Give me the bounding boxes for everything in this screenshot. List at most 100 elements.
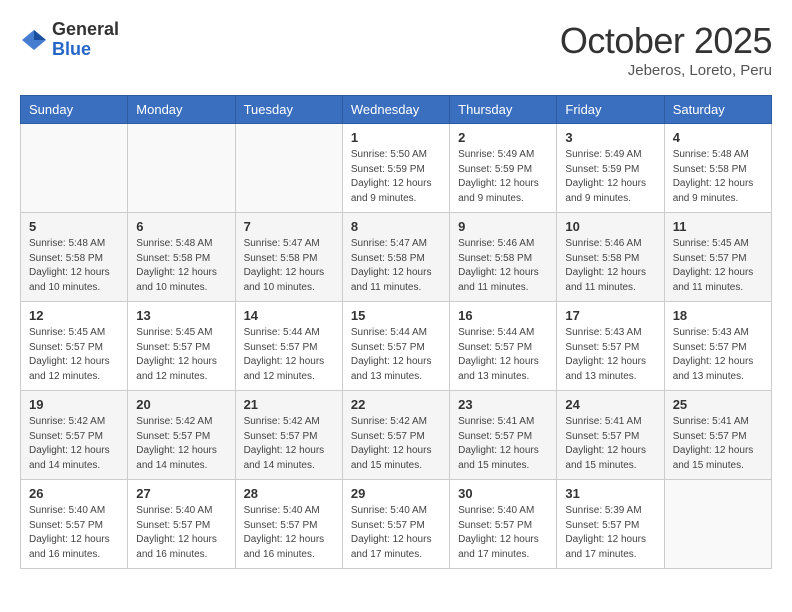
day-number: 20 bbox=[136, 397, 226, 412]
day-number: 8 bbox=[351, 219, 441, 234]
day-number: 19 bbox=[29, 397, 119, 412]
day-info: Sunrise: 5:46 AM Sunset: 5:58 PM Dayligh… bbox=[458, 237, 548, 295]
day-number: 15 bbox=[351, 308, 441, 323]
logo-blue: Blue bbox=[52, 39, 91, 59]
day-info: Sunrise: 5:40 AM Sunset: 5:57 PM Dayligh… bbox=[29, 504, 119, 562]
day-info: Sunrise: 5:40 AM Sunset: 5:57 PM Dayligh… bbox=[136, 504, 226, 562]
location-subtitle: Jeberos, Loreto, Peru bbox=[560, 62, 772, 79]
day-number: 6 bbox=[136, 219, 226, 234]
day-number: 14 bbox=[244, 308, 334, 323]
day-number: 30 bbox=[458, 486, 548, 501]
day-info: Sunrise: 5:42 AM Sunset: 5:57 PM Dayligh… bbox=[29, 415, 119, 473]
day-number: 10 bbox=[565, 219, 655, 234]
day-number: 4 bbox=[673, 130, 763, 145]
calendar-week-row: 1Sunrise: 5:50 AM Sunset: 5:59 PM Daylig… bbox=[21, 124, 772, 213]
day-info: Sunrise: 5:39 AM Sunset: 5:57 PM Dayligh… bbox=[565, 504, 655, 562]
day-number: 26 bbox=[29, 486, 119, 501]
calendar-cell: 19 Sunrise: 5:42 AM Sunset: 5:57 PM Dayli… bbox=[21, 391, 128, 480]
day-info: Sunrise: 5:43 AM Sunset: 5:57 PM Dayligh… bbox=[673, 326, 763, 384]
day-info: Sunrise: 5:44 AM Sunset: 5:57 PM Dayligh… bbox=[458, 326, 548, 384]
day-info: Sunrise: 5:48 AM Sunset: 5:58 PM Dayligh… bbox=[673, 148, 763, 206]
day-number: 13 bbox=[136, 308, 226, 323]
day-number: 23 bbox=[458, 397, 548, 412]
day-number: 31 bbox=[565, 486, 655, 501]
weekday-header: Tuesday bbox=[235, 96, 342, 124]
day-info: Sunrise: 5:40 AM Sunset: 5:57 PM Dayligh… bbox=[244, 504, 334, 562]
day-info: Sunrise: 5:40 AM Sunset: 5:57 PM Dayligh… bbox=[458, 504, 548, 562]
day-number: 16 bbox=[458, 308, 548, 323]
calendar-cell: 2Sunrise: 5:49 AM Sunset: 5:59 PM Daylig… bbox=[450, 124, 557, 213]
day-info: Sunrise: 5:40 AM Sunset: 5:57 PM Dayligh… bbox=[351, 504, 441, 562]
calendar-cell: 15 Sunrise: 5:44 AM Sunset: 5:57 PM Dayli… bbox=[342, 302, 449, 391]
calendar-cell: 11Sunrise: 5:45 AM Sunset: 5:57 PM Dayli… bbox=[664, 213, 771, 302]
day-info: Sunrise: 5:45 AM Sunset: 5:57 PM Dayligh… bbox=[29, 326, 119, 384]
calendar-cell bbox=[128, 124, 235, 213]
day-info: Sunrise: 5:48 AM Sunset: 5:58 PM Dayligh… bbox=[136, 237, 226, 295]
calendar-cell: 17 Sunrise: 5:43 AM Sunset: 5:57 PM Dayli… bbox=[557, 302, 664, 391]
weekday-header: Sunday bbox=[21, 96, 128, 124]
calendar-cell: 7 Sunrise: 5:47 AM Sunset: 5:58 PM Daylig… bbox=[235, 213, 342, 302]
calendar-cell: 18 Sunrise: 5:43 AM Sunset: 5:57 PM Dayli… bbox=[664, 302, 771, 391]
calendar-cell bbox=[21, 124, 128, 213]
calendar-cell: 29 Sunrise: 5:40 AM Sunset: 5:57 PM Dayli… bbox=[342, 480, 449, 569]
weekday-header: Thursday bbox=[450, 96, 557, 124]
page-header: General Blue October 2025 Jeberos, Loret… bbox=[20, 20, 772, 79]
weekday-header: Friday bbox=[557, 96, 664, 124]
day-number: 27 bbox=[136, 486, 226, 501]
calendar-cell: 10 Sunrise: 5:46 AM Sunset: 5:58 PM Dayli… bbox=[557, 213, 664, 302]
day-info: Sunrise: 5:42 AM Sunset: 5:57 PM Dayligh… bbox=[351, 415, 441, 473]
calendar-cell: 20 Sunrise: 5:42 AM Sunset: 5:57 PM Dayli… bbox=[128, 391, 235, 480]
month-title: October 2025 bbox=[560, 20, 772, 62]
logo-general: General bbox=[52, 19, 119, 39]
day-info: Sunrise: 5:46 AM Sunset: 5:58 PM Dayligh… bbox=[565, 237, 655, 295]
day-info: Sunrise: 5:41 AM Sunset: 5:57 PM Dayligh… bbox=[458, 415, 548, 473]
title-block: October 2025 Jeberos, Loreto, Peru bbox=[560, 20, 772, 79]
day-info: Sunrise: 5:48 AM Sunset: 5:58 PM Dayligh… bbox=[29, 237, 119, 295]
day-info: Sunrise: 5:44 AM Sunset: 5:57 PM Dayligh… bbox=[351, 326, 441, 384]
day-number: 18 bbox=[673, 308, 763, 323]
logo-icon bbox=[20, 26, 48, 54]
day-number: 12 bbox=[29, 308, 119, 323]
calendar-cell: 8 Sunrise: 5:47 AM Sunset: 5:58 PM Daylig… bbox=[342, 213, 449, 302]
day-info: Sunrise: 5:47 AM Sunset: 5:58 PM Dayligh… bbox=[244, 237, 334, 295]
calendar-cell: 4 Sunrise: 5:48 AM Sunset: 5:58 PM Daylig… bbox=[664, 124, 771, 213]
day-info: Sunrise: 5:43 AM Sunset: 5:57 PM Dayligh… bbox=[565, 326, 655, 384]
calendar-cell: 26 Sunrise: 5:40 AM Sunset: 5:57 PM Dayli… bbox=[21, 480, 128, 569]
calendar-cell: 6 Sunrise: 5:48 AM Sunset: 5:58 PM Daylig… bbox=[128, 213, 235, 302]
day-number: 2 bbox=[458, 130, 548, 145]
day-number: 7 bbox=[244, 219, 334, 234]
day-info: Sunrise: 5:50 AM Sunset: 5:59 PM Dayligh… bbox=[351, 148, 441, 206]
calendar-table: SundayMondayTuesdayWednesdayThursdayFrid… bbox=[20, 95, 772, 569]
day-info: Sunrise: 5:42 AM Sunset: 5:57 PM Dayligh… bbox=[136, 415, 226, 473]
logo-text: General Blue bbox=[52, 20, 119, 60]
calendar-cell: 31 Sunrise: 5:39 AM Sunset: 5:57 PM Dayli… bbox=[557, 480, 664, 569]
weekday-header: Saturday bbox=[664, 96, 771, 124]
weekday-header-row: SundayMondayTuesdayWednesdayThursdayFrid… bbox=[21, 96, 772, 124]
calendar-week-row: 12 Sunrise: 5:45 AM Sunset: 5:57 PM Dayli… bbox=[21, 302, 772, 391]
day-info: Sunrise: 5:41 AM Sunset: 5:57 PM Dayligh… bbox=[565, 415, 655, 473]
day-number: 5 bbox=[29, 219, 119, 234]
calendar-week-row: 5 Sunrise: 5:48 AM Sunset: 5:58 PM Daylig… bbox=[21, 213, 772, 302]
day-number: 28 bbox=[244, 486, 334, 501]
day-info: Sunrise: 5:47 AM Sunset: 5:58 PM Dayligh… bbox=[351, 237, 441, 295]
day-number: 22 bbox=[351, 397, 441, 412]
calendar-cell: 3 Sunrise: 5:49 AM Sunset: 5:59 PM Daylig… bbox=[557, 124, 664, 213]
day-number: 3 bbox=[565, 130, 655, 145]
calendar-cell: 16 Sunrise: 5:44 AM Sunset: 5:57 PM Dayli… bbox=[450, 302, 557, 391]
calendar-cell: 22 Sunrise: 5:42 AM Sunset: 5:57 PM Dayli… bbox=[342, 391, 449, 480]
calendar-cell: 1Sunrise: 5:50 AM Sunset: 5:59 PM Daylig… bbox=[342, 124, 449, 213]
calendar-cell: 27 Sunrise: 5:40 AM Sunset: 5:57 PM Dayli… bbox=[128, 480, 235, 569]
calendar-cell: 25Sunrise: 5:41 AM Sunset: 5:57 PM Dayli… bbox=[664, 391, 771, 480]
calendar-cell: 9Sunrise: 5:46 AM Sunset: 5:58 PM Daylig… bbox=[450, 213, 557, 302]
day-number: 17 bbox=[565, 308, 655, 323]
day-number: 21 bbox=[244, 397, 334, 412]
calendar-cell: 30 Sunrise: 5:40 AM Sunset: 5:57 PM Dayli… bbox=[450, 480, 557, 569]
day-number: 29 bbox=[351, 486, 441, 501]
day-number: 11 bbox=[673, 219, 763, 234]
calendar-cell bbox=[235, 124, 342, 213]
day-info: Sunrise: 5:42 AM Sunset: 5:57 PM Dayligh… bbox=[244, 415, 334, 473]
calendar-cell: 12 Sunrise: 5:45 AM Sunset: 5:57 PM Dayli… bbox=[21, 302, 128, 391]
weekday-header: Wednesday bbox=[342, 96, 449, 124]
day-number: 25 bbox=[673, 397, 763, 412]
day-info: Sunrise: 5:49 AM Sunset: 5:59 PM Dayligh… bbox=[565, 148, 655, 206]
